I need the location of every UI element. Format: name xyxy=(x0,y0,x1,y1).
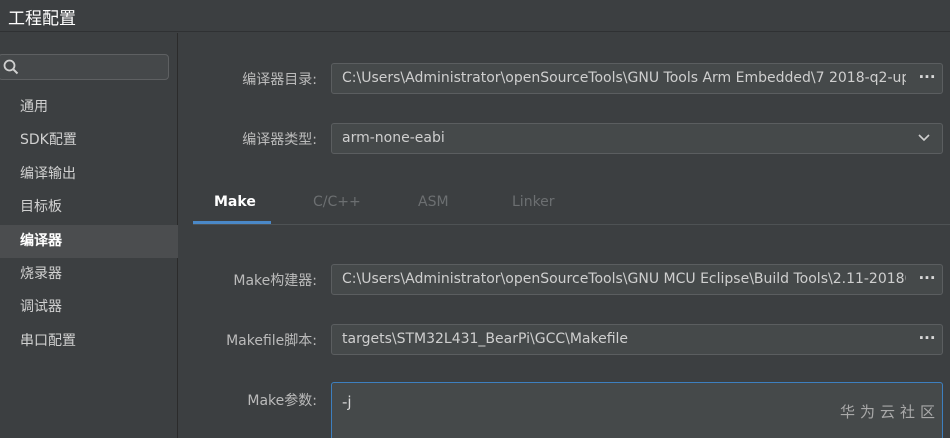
search-box[interactable] xyxy=(0,54,169,80)
tab-bar: Make C/C++ ASM Linker xyxy=(193,188,950,225)
make-params-value[interactable]: -j xyxy=(342,393,352,411)
compiler-type-value[interactable]: arm-none-eabi xyxy=(342,130,906,146)
tab-make[interactable]: Make xyxy=(214,194,256,210)
compiler-type-label: 编译器类型: xyxy=(242,132,317,148)
compiler-dir-label: 编译器目录: xyxy=(242,72,317,88)
sidebar-item-target-board[interactable]: 目标板 xyxy=(0,191,178,224)
makefile-value[interactable]: targets\STM32L431_BearPi\GCC\Makefile xyxy=(342,331,906,347)
sidebar: 通用 SDK配置 编译输出 目标板 编译器 烧录器 调试器 串口配置 xyxy=(0,33,178,438)
compiler-dir-field[interactable]: C:\Users\Administrator\openSourceTools\G… xyxy=(331,63,943,94)
browse-makefile-button[interactable]: ··· xyxy=(912,325,942,354)
sidebar-item-build-output[interactable]: 编译输出 xyxy=(0,158,178,191)
active-tab-indicator xyxy=(193,221,271,224)
make-builder-field[interactable]: C:\Users\Administrator\openSourceTools\G… xyxy=(331,264,943,295)
browse-compiler-dir-button[interactable]: ··· xyxy=(912,64,942,93)
makefile-field[interactable]: targets\STM32L431_BearPi\GCC\Makefile ··… xyxy=(331,324,943,355)
make-params-label: Make参数: xyxy=(247,393,317,409)
makefile-label: Makefile脚本: xyxy=(226,333,317,349)
make-builder-value[interactable]: C:\Users\Administrator\openSourceTools\G… xyxy=(342,271,906,287)
main-panel: 编译器目录: C:\Users\Administrator\openSource… xyxy=(179,33,950,438)
sidebar-item-serial-config[interactable]: 串口配置 xyxy=(0,325,178,358)
search-input[interactable] xyxy=(21,57,161,77)
tab-linker[interactable]: Linker xyxy=(512,194,555,210)
chevron-down-icon[interactable] xyxy=(918,133,930,143)
browse-make-builder-button[interactable]: ··· xyxy=(912,265,942,294)
compiler-dir-value[interactable]: C:\Users\Administrator\openSourceTools\G… xyxy=(342,70,906,86)
watermark: 华为云社区 xyxy=(839,403,940,421)
tab-c-cpp[interactable]: C/C++ xyxy=(313,194,361,210)
tab-asm[interactable]: ASM xyxy=(418,194,449,210)
sidebar-item-compiler[interactable]: 编译器 xyxy=(0,225,178,258)
sidebar-item-sdk-config[interactable]: SDK配置 xyxy=(0,124,178,157)
title-bar: 工程配置 xyxy=(0,0,950,32)
sidebar-item-burner[interactable]: 烧录器 xyxy=(0,258,178,291)
window-title: 工程配置 xyxy=(8,9,76,29)
make-builder-label: Make构建器: xyxy=(233,273,317,289)
sidebar-item-general[interactable]: 通用 xyxy=(0,91,178,124)
compiler-type-select[interactable]: arm-none-eabi xyxy=(331,123,943,154)
sidebar-item-debugger[interactable]: 调试器 xyxy=(0,291,178,324)
search-icon xyxy=(3,59,19,75)
